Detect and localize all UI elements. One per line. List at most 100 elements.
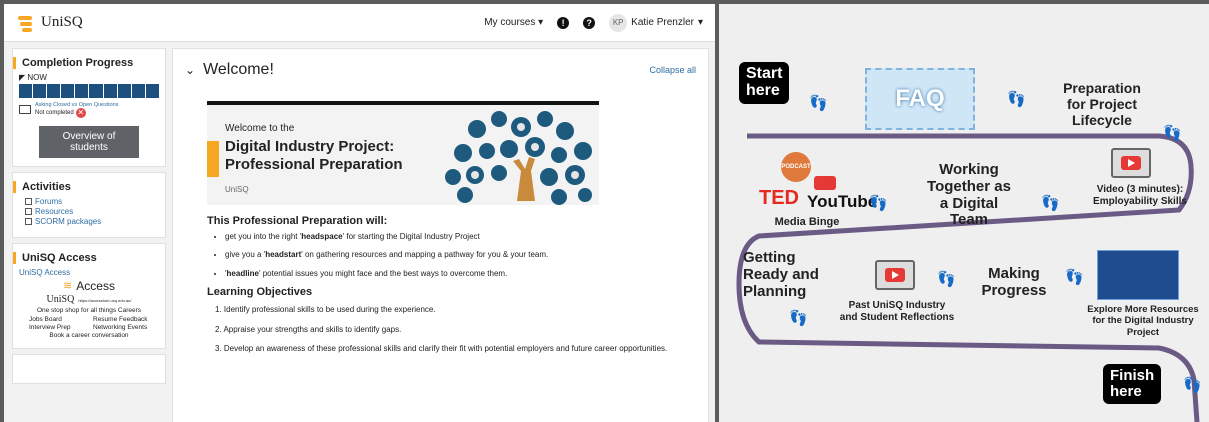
now-marker: ◤ NOW — [19, 73, 47, 82]
activity-label: Forums — [35, 197, 63, 206]
logo-text: UniSQ — [41, 14, 83, 30]
banner-line2: Digital Industry Project: — [225, 138, 395, 155]
notification-icon[interactable]: ! — [557, 16, 570, 29]
banner-title: Digital Industry Project: Professional Pr… — [225, 138, 403, 174]
list-item: 2. Appraise your strengths and skills to… — [215, 324, 402, 334]
now-label: NOW — [27, 73, 47, 82]
objectives-list: 1. Identify professional skills to be us… — [215, 304, 696, 355]
video-employability-label[interactable]: Video (3 minutes): Employability Skills — [1077, 184, 1203, 208]
access-card[interactable]: ≋ Access UniSQ https://accesshub.usq.edu.… — [19, 279, 159, 340]
footsteps-icon: 👣 — [789, 310, 808, 327]
help-icon[interactable]: ? — [583, 16, 596, 29]
banner-accent — [207, 141, 219, 177]
assignment-row[interactable]: Asking Closed vs Open Questions Not comp… — [19, 102, 159, 118]
access-tagline: One stop shop for all things Careers — [36, 306, 142, 314]
unisq-access-block: UniSQ Access UniSQ Access ≋ Access UniSQ… — [12, 243, 166, 349]
collapse-all-link[interactable]: Collapse all — [649, 65, 696, 75]
chevron-down-icon[interactable]: ⌄ — [185, 63, 195, 77]
completion-progress-block: Completion Progress ◤ NOW Asking Closed … — [12, 48, 166, 167]
footsteps-icon: 👣 — [1041, 195, 1060, 212]
logo-icon — [16, 14, 36, 32]
list-item: 3. Develop an awareness of these profess… — [215, 343, 668, 353]
left-sidebar: Completion Progress ◤ NOW Asking Closed … — [12, 48, 166, 389]
footsteps-icon: 👣 — [1183, 377, 1202, 394]
avatar: KP — [609, 13, 628, 32]
access-item: Networking Events — [93, 323, 148, 331]
activity-forums[interactable]: Forums — [25, 197, 159, 206]
finish-here-bubble[interactable]: Finish here — [1103, 364, 1162, 404]
explore-resources-label[interactable]: Explore More Resources for the Digital I… — [1079, 304, 1207, 338]
my-courses-menu[interactable]: My courses ▾ — [484, 17, 543, 28]
banner-brand: UniSQ — [225, 185, 249, 194]
faq-graphic[interactable]: FAQ — [865, 68, 975, 130]
past-reflections-label[interactable]: Past UniSQ Industry and Student Reflecti… — [817, 300, 977, 324]
access-title: UniSQ Access — [13, 252, 159, 264]
access-word: Access — [76, 279, 115, 293]
youtube-logo[interactable]: YouTube — [807, 192, 877, 212]
my-courses-label: My courses — [484, 17, 536, 28]
objectives-title: Learning Objectives — [207, 286, 313, 299]
footsteps-icon: 👣 — [1065, 269, 1084, 286]
course-banner: Welcome to the Digital Industry Project:… — [207, 101, 599, 205]
ted-logo[interactable]: TED — [759, 187, 799, 210]
activity-resources[interactable]: Resources — [25, 207, 159, 216]
footsteps-icon: 👣 — [1163, 125, 1182, 142]
overview-students-button[interactable]: Overview of students — [39, 126, 139, 158]
activities-title: Activities — [13, 181, 159, 193]
access-logo-icon: ≋ — [63, 279, 73, 292]
package-icon — [25, 218, 32, 225]
list-item: get you into the right 'headspace' for s… — [225, 231, 696, 243]
banner-line3: Professional Preparation — [225, 156, 403, 173]
prep-lifecycle-label[interactable]: Preparation for Project Lifecycle — [1037, 80, 1167, 128]
activity-label: SCORM packages — [35, 217, 102, 226]
top-navbar: UniSQ My courses ▾ ! ? KP Katie Prenzler… — [4, 4, 715, 42]
user-menu[interactable]: KP Katie Prenzler ▾ — [609, 13, 703, 32]
working-together-label[interactable]: Working Together as a Digital Team — [909, 161, 1029, 229]
list-item: give you a 'headstart' on gathering reso… — [225, 249, 696, 261]
list-item: 'headline' potential issues you might fa… — [225, 268, 696, 280]
prep-bullet-list: get you into the right 'headspace' for s… — [225, 231, 696, 280]
access-url: https://accesshub.usq.edu.au/ — [78, 297, 132, 303]
footsteps-icon: 👣 — [1007, 91, 1026, 108]
completion-status: Not completed — [35, 110, 74, 116]
youtube-icon — [814, 176, 836, 190]
forum-icon — [25, 198, 32, 205]
media-binge-label: Media Binge — [774, 216, 840, 228]
digital-skills-graphic[interactable] — [1097, 250, 1179, 300]
access-item: Interview Prep — [29, 323, 71, 331]
site-logo[interactable]: UniSQ — [16, 14, 83, 32]
start-here-bubble[interactable]: Start here — [739, 62, 790, 104]
completion-title: Completion Progress — [13, 57, 159, 69]
user-name: Katie Prenzler — [631, 17, 694, 28]
activities-block: Activities Forums Resources SCORM packag… — [12, 172, 166, 238]
activity-scorm[interactable]: SCORM packages — [25, 217, 159, 226]
podcast-label: PODCAST — [781, 164, 811, 170]
tech-icons-illustration — [445, 111, 592, 205]
faq-text: FAQ — [895, 85, 945, 112]
banner-line1: Welcome to the — [225, 123, 295, 134]
making-progress-label[interactable]: Making Progress — [969, 265, 1059, 300]
activity-label: Resources — [35, 207, 74, 216]
progress-bar[interactable] — [19, 84, 159, 98]
access-brand: UniSQ — [46, 294, 75, 305]
prep-section-title: This Professional Preparation will: — [207, 215, 388, 227]
access-link[interactable]: UniSQ Access — [19, 268, 159, 277]
podcast-icon[interactable]: PODCAST — [781, 152, 811, 182]
list-item: 1. Identify professional skills to be us… — [215, 305, 436, 315]
video-icon[interactable] — [1111, 148, 1151, 178]
assignment-icon — [19, 105, 31, 114]
project-roadmap: Start here 👣 FAQ 👣 Preparation for Proje… — [719, 4, 1209, 422]
footsteps-icon: 👣 — [869, 195, 888, 212]
access-item: Resume Feedback — [93, 315, 148, 323]
lms-window: UniSQ My courses ▾ ! ? KP Katie Prenzler… — [4, 4, 715, 422]
video-icon[interactable] — [875, 260, 915, 290]
getting-ready-label[interactable]: Getting Ready and Planning — [743, 249, 833, 300]
footsteps-icon: 👣 — [937, 271, 956, 288]
main-content: ⌄ Welcome! Collapse all Welcome to the D… — [172, 48, 709, 422]
file-icon — [25, 208, 32, 215]
access-footer: Book a career conversation — [49, 331, 129, 339]
footsteps-icon: 👣 — [809, 95, 828, 112]
not-completed-icon: ✕ — [75, 108, 86, 118]
sidebar-block-partial — [12, 354, 166, 384]
section-heading: Welcome! — [203, 61, 274, 78]
